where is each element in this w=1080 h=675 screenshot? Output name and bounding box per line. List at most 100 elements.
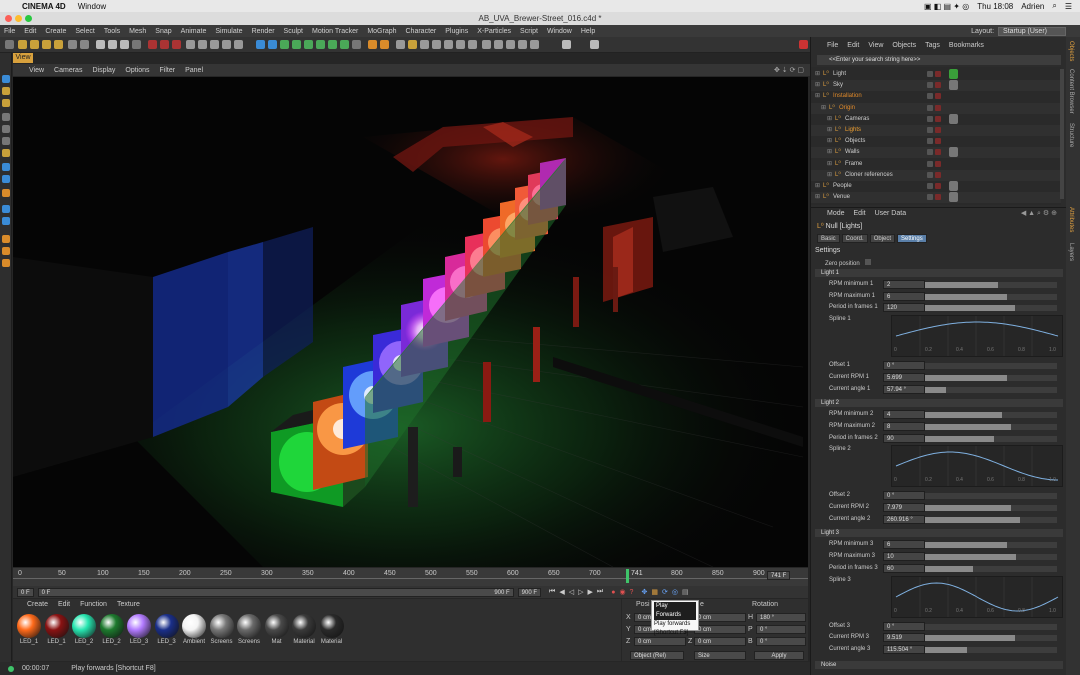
- light-section-header[interactable]: Light 1: [815, 269, 1063, 277]
- light-section-header[interactable]: Light 2: [815, 399, 1063, 408]
- keyframe-selection-icon[interactable]: ?: [630, 589, 634, 596]
- menu-mesh[interactable]: Mesh: [129, 28, 146, 35]
- render-toggle[interactable]: [935, 149, 941, 156]
- side-tab-content-browser[interactable]: Content Browser: [1068, 69, 1074, 114]
- workplane-icon[interactable]: [408, 40, 417, 49]
- om-menu-tags[interactable]: Tags: [925, 42, 940, 49]
- light-section-header[interactable]: Light 3: [815, 529, 1063, 538]
- coord-rotation-field[interactable]: 180 °: [756, 613, 806, 622]
- live-select-icon[interactable]: [68, 40, 77, 49]
- tweak-mode-icon[interactable]: [2, 163, 10, 171]
- material-menu-edit[interactable]: Edit: [58, 601, 70, 608]
- xp-emitter-icon[interactable]: [380, 40, 389, 49]
- undo-icon[interactable]: [5, 40, 14, 49]
- menu-plugins[interactable]: Plugins: [445, 28, 468, 35]
- tab-object[interactable]: Object: [869, 234, 896, 243]
- workplane-lock-icon[interactable]: [2, 205, 10, 213]
- current-angle-row-slider[interactable]: [925, 516, 1057, 523]
- light-param-row-slider[interactable]: [925, 412, 1057, 419]
- timeline-ruler[interactable]: 0 50 100 150 200 250 300 350 400 450 500…: [13, 568, 808, 586]
- coord-size-field[interactable]: 0 cm: [694, 625, 746, 634]
- render-toggle[interactable]: [935, 71, 941, 77]
- menu-edit[interactable]: Edit: [24, 28, 36, 35]
- menu-help[interactable]: Help: [581, 28, 595, 35]
- expand-toggle-icon[interactable]: ⊞: [827, 114, 832, 125]
- viewport-menu-view[interactable]: View: [29, 67, 44, 74]
- object-tree-row[interactable]: ⊞ L⁰ Walls: [811, 147, 1061, 159]
- material-swatch[interactable]: [264, 614, 289, 638]
- quick-layout-icon[interactable]: [590, 40, 599, 49]
- noise-section[interactable]: Noise: [815, 661, 1063, 669]
- viewport-menu-display[interactable]: Display: [92, 67, 115, 74]
- cube-icon[interactable]: [186, 40, 195, 49]
- lock-icon[interactable]: [432, 40, 441, 49]
- visibility-toggle[interactable]: [927, 194, 933, 201]
- snap-icon[interactable]: [396, 40, 405, 49]
- current-rpm-row-field[interactable]: 9.519: [883, 633, 925, 643]
- rotate-tool-icon[interactable]: [42, 40, 51, 49]
- expand-toggle-icon[interactable]: ⊞: [827, 147, 832, 158]
- object-tree-row[interactable]: ⊞ L⁰ Sky: [811, 80, 1061, 92]
- menu-snap[interactable]: Snap: [155, 28, 171, 35]
- console-icon[interactable]: [799, 40, 808, 49]
- current-rpm-row-slider[interactable]: [925, 635, 1057, 642]
- current-rpm-row-slider[interactable]: [925, 505, 1057, 511]
- coord-mode-select[interactable]: Object (Rel): [630, 651, 684, 660]
- light-param-row-slider[interactable]: [925, 554, 1057, 561]
- light-param-row-slider[interactable]: [925, 282, 1057, 288]
- attr-menu-user-data[interactable]: User Data: [875, 210, 907, 217]
- material-menu-create[interactable]: Create: [27, 601, 48, 608]
- list-icon[interactable]: ☰: [1065, 2, 1072, 11]
- material-swatch[interactable]: [237, 614, 261, 638]
- move-tool-icon[interactable]: [18, 40, 27, 49]
- go-to-start-icon[interactable]: ⏮: [549, 588, 555, 596]
- attr-menu-mode[interactable]: Mode: [827, 210, 845, 217]
- expand-toggle-icon[interactable]: ⊞: [821, 103, 826, 114]
- object-tree-scrollbar[interactable]: [1060, 69, 1064, 199]
- layout-select[interactable]: Startup (User): [998, 26, 1066, 36]
- light-param-row-slider[interactable]: [925, 423, 1057, 430]
- x-axis-icon[interactable]: [96, 40, 105, 49]
- xp-tool-1-icon[interactable]: [2, 235, 10, 243]
- render-toggle[interactable]: [935, 82, 941, 89]
- 3d-viewport[interactable]: [13, 77, 808, 567]
- object-tree-row[interactable]: ⊞ L⁰ Installation: [811, 91, 1061, 102]
- tab-basic[interactable]: Basic: [817, 234, 840, 243]
- position-key-icon[interactable]: ✥: [641, 588, 647, 596]
- light-param-row-slider[interactable]: [925, 435, 1057, 442]
- current-angle-row-field[interactable]: 115.504 °: [883, 644, 925, 654]
- side-tab-attributes[interactable]: Attributes: [1068, 207, 1074, 232]
- spline-graph[interactable]: 0 0.2 0.4 0.6 0.8 1.0: [891, 575, 1063, 618]
- tag-icon[interactable]: [949, 80, 958, 91]
- light-param-row-field[interactable]: 6: [883, 291, 925, 301]
- tag-icon[interactable]: [949, 192, 958, 203]
- camera-icon[interactable]: [268, 40, 277, 49]
- tab-settings[interactable]: Settings: [897, 234, 927, 243]
- render-picture-viewer-icon[interactable]: [160, 40, 169, 49]
- user-name[interactable]: Adrien: [1021, 2, 1044, 11]
- material-swatch[interactable]: [44, 614, 69, 638]
- coord-size-field[interactable]: 0 cm: [694, 637, 746, 646]
- material-swatch[interactable]: [292, 614, 316, 638]
- visibility-toggle[interactable]: [927, 104, 933, 111]
- autokey-icon[interactable]: ◉: [619, 588, 625, 596]
- material-swatch[interactable]: [319, 614, 344, 638]
- om-menu-edit[interactable]: Edit: [847, 42, 859, 49]
- menu-tools[interactable]: Tools: [104, 28, 120, 35]
- expand-toggle-icon[interactable]: ⊞: [827, 136, 832, 147]
- apply-button[interactable]: Apply: [754, 651, 804, 660]
- playhead-marker[interactable]: [626, 569, 629, 583]
- side-tab-structure[interactable]: Structure: [1068, 123, 1074, 147]
- visibility-toggle[interactable]: [927, 115, 933, 122]
- tag-icon[interactable]: [949, 147, 958, 158]
- expand-toggle-icon[interactable]: ⊞: [815, 80, 820, 91]
- minimize-window-button[interactable]: [15, 15, 22, 22]
- object-tree-row[interactable]: ⊞ L⁰ Cloner references: [811, 169, 1061, 181]
- om-menu-view[interactable]: View: [868, 42, 883, 49]
- tab-coord[interactable]: Coord.: [841, 234, 868, 243]
- xp-system-icon[interactable]: [368, 40, 377, 49]
- material-swatch[interactable]: [182, 614, 206, 638]
- play-backwards-icon[interactable]: ◁: [569, 588, 574, 596]
- python-icon[interactable]: [468, 40, 477, 49]
- visibility-toggle[interactable]: [927, 149, 933, 156]
